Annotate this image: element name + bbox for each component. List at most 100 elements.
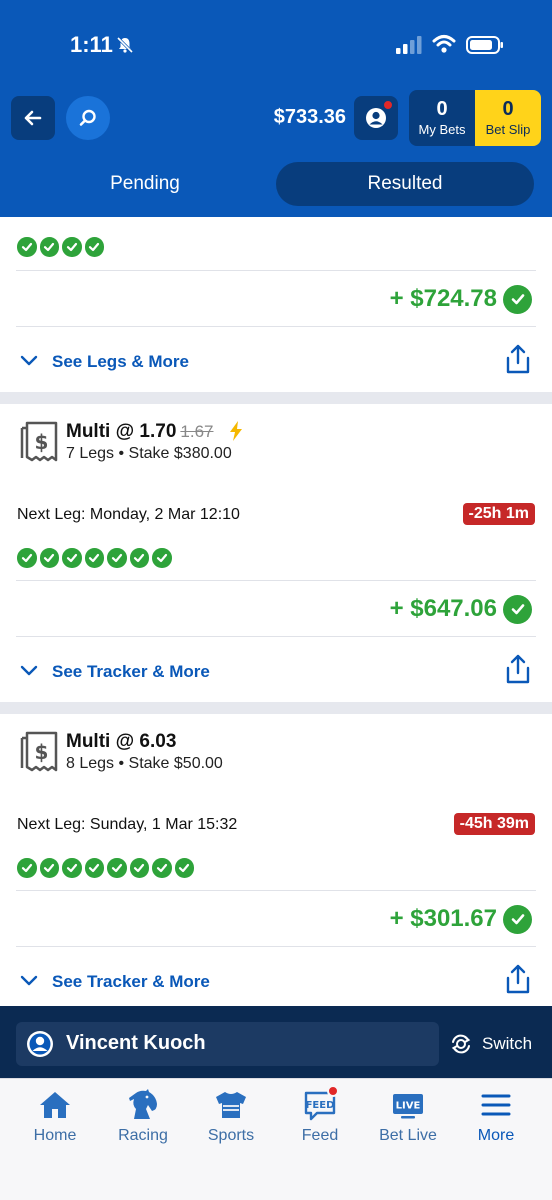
- battery-icon: [466, 36, 503, 54]
- switch-icon: [451, 1034, 471, 1054]
- switch-account-button[interactable]: Switch: [450, 1032, 532, 1056]
- won-check-icon: [503, 594, 532, 624]
- avatar-icon: [27, 1031, 53, 1057]
- bet-slip-label: Bet Slip: [485, 122, 531, 137]
- chevron-down-icon: [20, 355, 38, 366]
- svg-text:$: $: [35, 740, 49, 764]
- my-bets-button[interactable]: 0 My Bets: [409, 90, 475, 146]
- leg-won-check-icon: [39, 858, 59, 878]
- payout-row: + $724.78: [390, 284, 532, 314]
- svg-text:$: $: [35, 430, 49, 454]
- share-icon[interactable]: [504, 653, 532, 685]
- account-selector[interactable]: Vincent Kuoch: [16, 1022, 439, 1066]
- horse-icon: [129, 1089, 157, 1119]
- leg-won-check-icon: [152, 548, 172, 568]
- app-header: 1:11 $733.36 0 My Bets 0 Bet Slip Pendin…: [0, 0, 552, 217]
- account-balance: $733.36: [273, 106, 346, 128]
- nav-label: Bet Live: [379, 1127, 437, 1144]
- bet-subtitle: 7 Legs • Stake $380.00: [66, 445, 232, 462]
- search-icon: [79, 109, 96, 126]
- nav-feed[interactable]: FEED Feed: [276, 1085, 364, 1155]
- nav-label: Racing: [118, 1127, 168, 1144]
- toolbar: $733.36 0 My Bets 0 Bet Slip: [0, 90, 552, 146]
- divider: [16, 580, 536, 581]
- bet-title: Multi @ 6.03: [66, 731, 177, 752]
- svg-text:LIVE: LIVE: [396, 1101, 421, 1112]
- bet-card: $ Multi @ 6.03 8 Legs • Stake $50.00 Nex…: [0, 714, 552, 1006]
- account-button[interactable]: [354, 96, 398, 140]
- bet-card: + $724.78 See Legs & More: [0, 217, 552, 392]
- notification-dot: [383, 100, 393, 110]
- nav-racing[interactable]: Racing: [99, 1089, 187, 1155]
- see-tracker-link[interactable]: See Tracker & More: [52, 972, 210, 992]
- back-button[interactable]: [11, 96, 55, 140]
- bottom-nav: Home Racing Sports FEED Feed LIVE Bet Li…: [0, 1078, 552, 1200]
- see-tracker-row[interactable]: See Tracker & More: [16, 963, 536, 1003]
- divider: [16, 326, 536, 327]
- see-more-link[interactable]: See Legs & More: [52, 352, 189, 372]
- tab-pending[interactable]: Pending: [16, 162, 274, 206]
- nav-label: Sports: [207, 1127, 255, 1144]
- share-icon[interactable]: [504, 963, 532, 995]
- jersey-icon: [216, 1092, 246, 1118]
- search-button[interactable]: [66, 96, 110, 140]
- payout-row: + $301.67: [390, 904, 532, 934]
- legs-status-row: [17, 858, 194, 878]
- divider: [16, 890, 536, 891]
- bet-slip-button[interactable]: 0 Bet Slip: [475, 90, 541, 146]
- nav-label: Home: [33, 1127, 77, 1144]
- leg-won-check-icon: [107, 548, 127, 568]
- signal-icon: [396, 36, 422, 54]
- payout-amount: + $647.06: [389, 595, 497, 622]
- home-icon: [40, 1092, 70, 1118]
- leg-won-check-icon: [129, 858, 149, 878]
- tab-resulted[interactable]: Resulted: [276, 162, 534, 206]
- leg-won-check-icon: [39, 548, 59, 568]
- notification-dot: [327, 1085, 339, 1097]
- feed-icon-wrap: FEED: [303, 1085, 339, 1121]
- bell-muted-icon: [116, 36, 134, 54]
- nav-sports[interactable]: Sports: [187, 1089, 275, 1155]
- legs-status-row: [17, 237, 104, 257]
- leg-won-check-icon: [17, 858, 37, 878]
- leg-won-check-icon: [84, 858, 104, 878]
- nav-home[interactable]: Home: [11, 1089, 99, 1155]
- share-icon[interactable]: [504, 343, 532, 375]
- user-icon: [366, 108, 386, 128]
- timer-badge: -25h 1m: [462, 503, 535, 525]
- leg-won-check-icon: [17, 237, 37, 257]
- leg-won-check-icon: [17, 548, 37, 568]
- next-leg-text: Next Leg: Sunday, 1 Mar 15:32: [17, 816, 238, 833]
- see-more-row[interactable]: See Legs & More: [16, 343, 536, 383]
- switch-label: Switch: [482, 1034, 533, 1053]
- account-name: Vincent Kuoch: [66, 1032, 206, 1054]
- bet-card: $ Multi @ 1.70 1.67 7 Legs • Stake $380.0…: [0, 404, 552, 702]
- nav-bet-live[interactable]: LIVE Bet Live: [364, 1089, 452, 1155]
- leg-won-check-icon: [62, 858, 82, 878]
- won-check-icon: [503, 284, 532, 314]
- my-bets-count: 0: [436, 98, 448, 120]
- leg-won-check-icon: [62, 548, 82, 568]
- see-tracker-row[interactable]: See Tracker & More: [16, 653, 536, 693]
- divider: [16, 270, 536, 271]
- leg-won-check-icon: [84, 237, 104, 257]
- leg-won-check-icon: [39, 237, 59, 257]
- chevron-down-icon: [20, 975, 38, 986]
- leg-won-check-icon: [129, 548, 149, 568]
- account-strip: Vincent Kuoch Switch: [0, 1006, 552, 1078]
- chevron-down-icon: [20, 665, 38, 676]
- payout-amount: + $724.78: [389, 285, 497, 312]
- arrow-left-icon: [24, 110, 42, 126]
- menu-icon: [481, 1094, 511, 1116]
- won-check-icon: [503, 904, 532, 934]
- nav-more[interactable]: More: [452, 1089, 540, 1155]
- svg-text:FEED: FEED: [306, 1100, 335, 1111]
- wifi-icon: [432, 35, 456, 53]
- bet-slip-count: 0: [502, 98, 514, 120]
- legs-status-row: [17, 548, 172, 568]
- timer-badge: -45h 39m: [453, 813, 535, 835]
- see-tracker-link[interactable]: See Tracker & More: [52, 662, 210, 682]
- nav-label: Feed: [301, 1127, 339, 1144]
- nav-label: More: [477, 1127, 515, 1144]
- bet-subtitle: 8 Legs • Stake $50.00: [66, 755, 223, 772]
